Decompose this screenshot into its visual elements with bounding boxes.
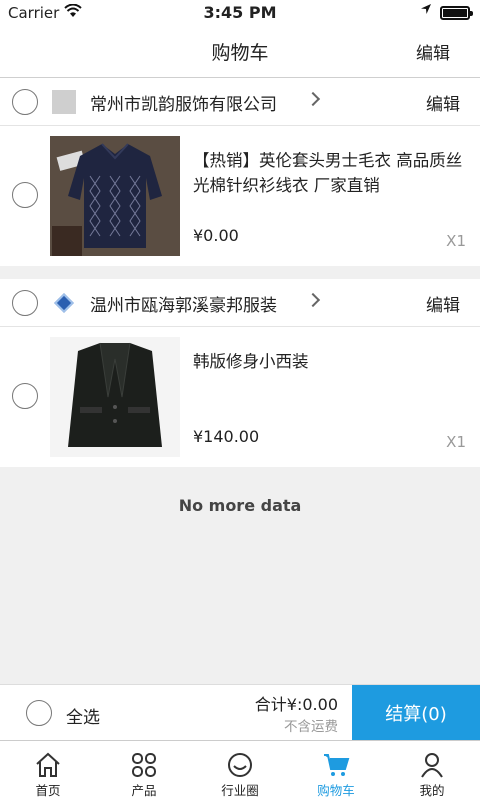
no-more-data-label: No more data — [178, 496, 302, 515]
product-price: ¥140.00 — [193, 427, 260, 446]
status-bar: Carrier 3:45 PM — [0, 0, 480, 26]
cart-item: 韩版修身小西装 ¥140.00 X1 — [0, 327, 480, 467]
select-all-radio[interactable] — [26, 700, 52, 726]
product-image-sweater[interactable] — [50, 136, 180, 256]
product-price: ¥0.00 — [193, 226, 239, 245]
product-image-blazer[interactable] — [50, 337, 180, 457]
shop-edit-button[interactable]: 编辑 — [426, 90, 460, 115]
chevron-right-icon[interactable] — [305, 91, 321, 107]
nav-bar: 购物车 编辑 — [0, 26, 480, 78]
grid-icon — [130, 751, 158, 779]
product-title[interactable]: 韩版修身小西装 — [193, 349, 468, 374]
tab-products[interactable]: 产品 — [96, 741, 192, 800]
shop-name[interactable]: 常州市凯韵服饰有限公司 — [90, 90, 277, 115]
edit-cart-button[interactable]: 编辑 — [416, 39, 450, 64]
tab-label: 行业圈 — [221, 783, 259, 798]
smiley-icon — [226, 751, 254, 779]
product-quantity: X1 — [446, 433, 466, 451]
chevron-right-icon[interactable] — [305, 292, 321, 308]
item-select-radio[interactable] — [12, 182, 38, 208]
tab-label: 我的 — [419, 783, 445, 798]
shop-edit-button[interactable]: 编辑 — [426, 291, 460, 316]
shipping-note: 不含运费 — [284, 719, 338, 735]
checkout-bar: 全选 合计¥:0.00 不含运费 结算(0) — [0, 684, 480, 741]
tab-industry-circle[interactable]: 行业圈 — [192, 741, 288, 800]
tab-bar: 首页 产品 行业圈 购物车 我的 — [0, 740, 480, 800]
tab-mine[interactable]: 我的 — [384, 741, 480, 800]
shop-select-radio[interactable] — [12, 290, 38, 316]
cart-icon — [322, 751, 350, 779]
user-icon — [418, 751, 446, 779]
total-amount: 合计¥:0.00 — [254, 695, 338, 714]
shop-logo — [52, 291, 76, 315]
location-arrow-icon — [420, 3, 432, 19]
tab-label: 购物车 — [317, 783, 355, 798]
tab-cart[interactable]: 购物车 — [288, 741, 384, 800]
shop-name[interactable]: 温州市瓯海郭溪豪邦服装 — [90, 291, 277, 316]
select-all-label[interactable]: 全选 — [66, 703, 100, 728]
product-title[interactable]: 【热销】英伦套头男士毛衣 高品质丝光棉针织衫线衣 厂家直销 — [193, 148, 468, 198]
home-icon — [34, 751, 62, 779]
tab-label: 首页 — [35, 783, 61, 798]
checkout-button[interactable]: 结算(0) — [352, 685, 480, 741]
tab-home[interactable]: 首页 — [0, 741, 96, 800]
battery-icon — [440, 6, 473, 20]
shop-header: 常州市凯韵服饰有限公司 编辑 — [0, 78, 480, 126]
page-title: 购物车 — [211, 42, 269, 64]
shop-select-radio[interactable] — [12, 89, 38, 115]
cart-item: 【热销】英伦套头男士毛衣 高品质丝光棉针织衫线衣 厂家直销 ¥0.00 X1 — [0, 126, 480, 266]
shop-logo — [52, 90, 76, 114]
shop-header: 温州市瓯海郭溪豪邦服装 编辑 — [0, 279, 480, 327]
item-select-radio[interactable] — [12, 383, 38, 409]
tab-label: 产品 — [131, 783, 157, 798]
clock: 3:45 PM — [203, 3, 277, 22]
product-quantity: X1 — [446, 232, 466, 250]
